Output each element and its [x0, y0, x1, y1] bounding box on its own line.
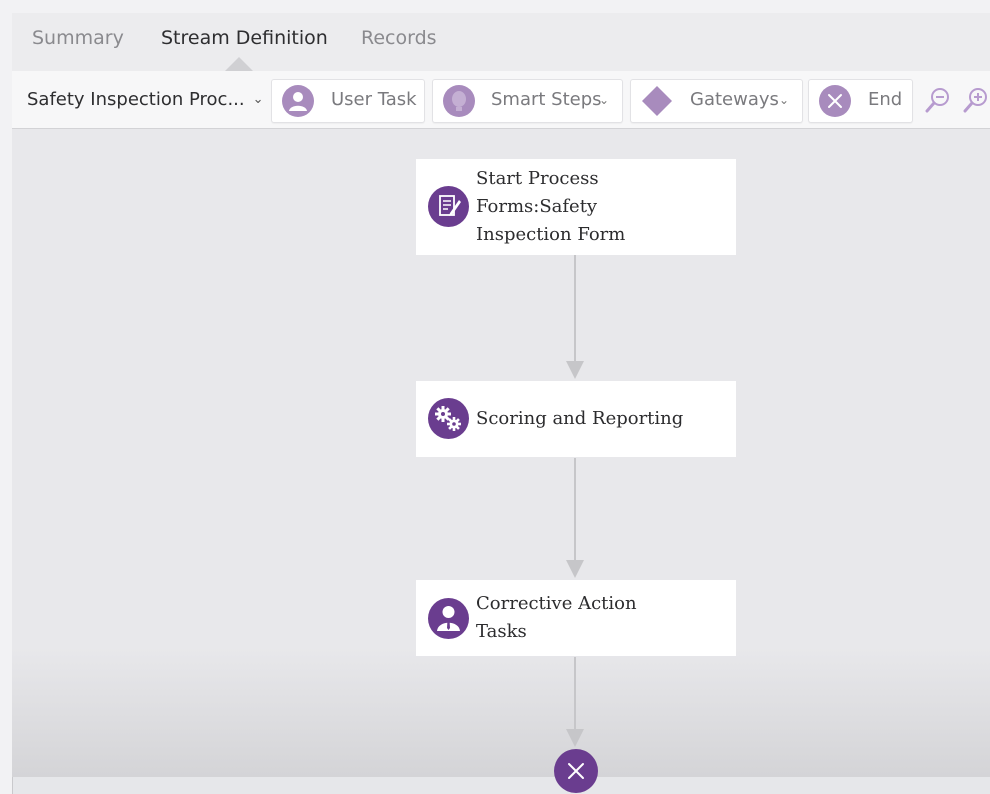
toolbar: Safety Inspection Proc... ⌄ User Task Sma…: [12, 71, 990, 129]
user-task-label: User Task: [331, 89, 417, 110]
smart-steps-label: Smart Steps: [491, 89, 602, 110]
end-x-icon: [819, 85, 851, 117]
start-node-label: Start Process Forms:Safety Inspection Fo…: [476, 165, 716, 249]
chevron-down-icon: ⌄: [779, 93, 790, 107]
chevron-down-icon: ⌄: [252, 92, 264, 107]
lightbulb-icon: [443, 85, 475, 117]
start-node-label-line3: Inspection Form: [476, 224, 626, 245]
zoom-out-icon[interactable]: [925, 87, 951, 113]
corrective-node-label-line2: Tasks: [476, 621, 527, 642]
gateways-label: Gateways: [690, 89, 779, 110]
gateways-button[interactable]: Gateways ⌄: [630, 79, 803, 123]
process-select[interactable]: Safety Inspection Proc... ⌄: [27, 71, 264, 128]
diamond-gateway-icon: [642, 86, 672, 116]
zoom-in-icon[interactable]: [963, 87, 989, 113]
active-tab-indicator-border: [225, 57, 253, 71]
form-edit-icon: [428, 186, 469, 227]
start-node-label-line2: Forms:Safety: [476, 196, 598, 217]
gears-icon: [428, 398, 469, 439]
corrective-node-label-line1: Corrective Action: [476, 593, 637, 614]
user-task-icon: [282, 85, 314, 117]
end-x-icon[interactable]: [554, 749, 598, 793]
flow-node-start-process[interactable]: Start Process Forms:Safety Inspection Fo…: [416, 159, 736, 255]
smart-steps-button[interactable]: Smart Steps ⌄: [432, 79, 623, 123]
user-task-button[interactable]: User Task: [271, 79, 425, 123]
start-node-label-line1: Start Process: [476, 168, 599, 189]
corrective-node-label: Corrective Action Tasks: [476, 590, 716, 646]
scoring-node-label: Scoring and Reporting: [476, 408, 684, 429]
tab-records[interactable]: Records: [361, 13, 437, 71]
process-select-label: Safety Inspection Proc...: [27, 89, 245, 110]
end-button[interactable]: End: [808, 79, 913, 123]
user-task-icon: [428, 598, 469, 639]
flow-node-scoring-reporting[interactable]: Scoring and Reporting: [416, 381, 736, 457]
tab-bar: Summary Stream Definition Records: [12, 13, 990, 72]
flow-node-corrective-action[interactable]: Corrective Action Tasks: [416, 580, 736, 656]
end-label: End: [868, 89, 903, 110]
tab-summary[interactable]: Summary: [32, 13, 124, 71]
chevron-down-icon: ⌄: [599, 93, 610, 107]
flow-canvas[interactable]: Start Process Forms:Safety Inspection Fo…: [12, 129, 990, 793]
